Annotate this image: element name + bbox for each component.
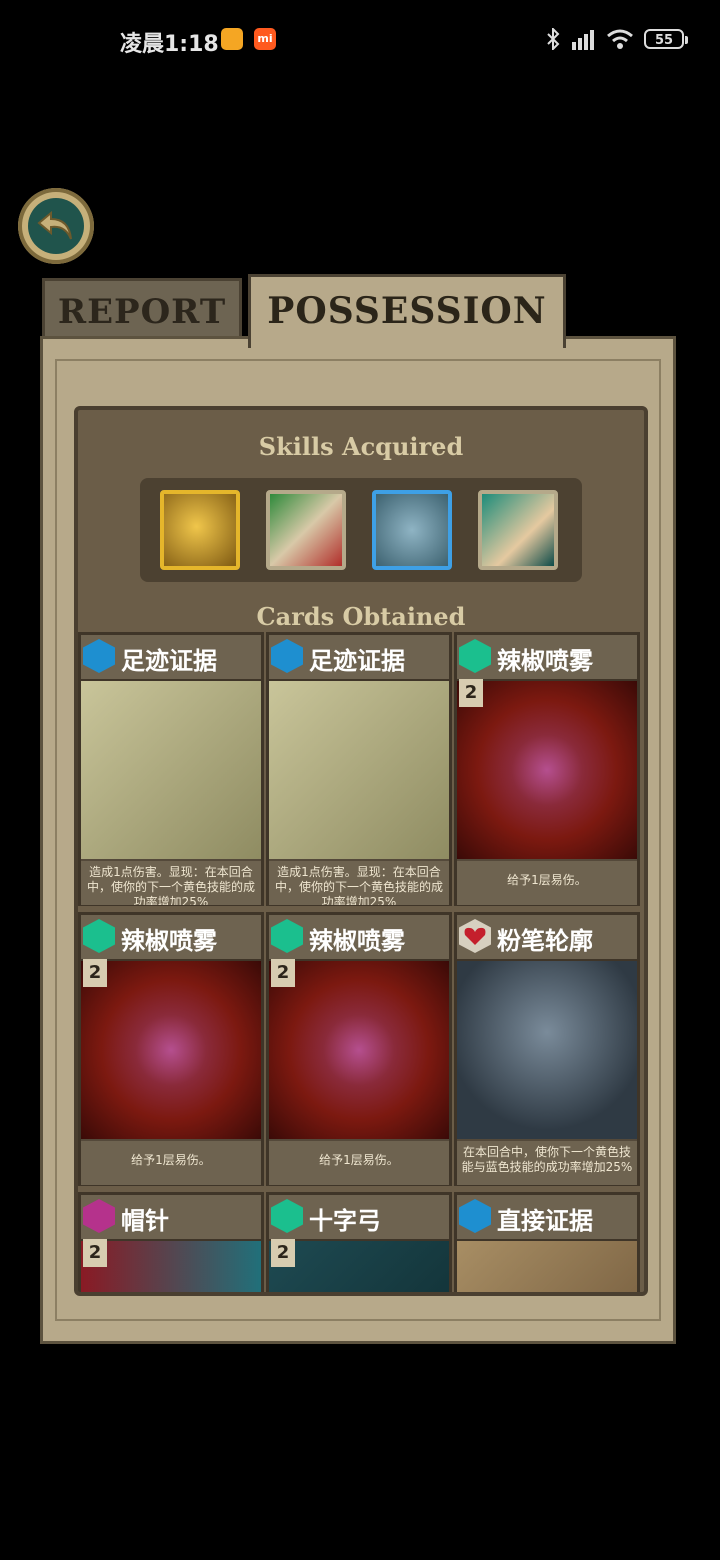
card-art bbox=[269, 961, 449, 1139]
card-description: 给予1层易伤。 bbox=[269, 1141, 449, 1185]
skill-card-hand-icon[interactable] bbox=[478, 490, 558, 570]
card-art bbox=[81, 961, 261, 1139]
card-description: 造成1点伤害。显现：在本回合中，使你的下一个黄色技能的成功率增加25% bbox=[81, 861, 261, 905]
wifi-icon bbox=[607, 29, 633, 49]
card-name: 粉笔轮廓 bbox=[497, 927, 593, 955]
card-header: 足迹证据 bbox=[269, 635, 449, 681]
card-description: 在本回合中，使你下一个黄色技能与蓝色技能的成功率增加25% bbox=[457, 1141, 637, 1185]
skills-title: Skills Acquired bbox=[258, 432, 464, 461]
battery-indicator: 55 bbox=[644, 29, 688, 49]
card[interactable]: 辣椒喷雾 2 给予1层易伤。 bbox=[454, 632, 640, 906]
card-art bbox=[457, 1241, 637, 1292]
skills-bar bbox=[140, 478, 582, 582]
card-name: 辣椒喷雾 bbox=[309, 927, 405, 955]
card-name: 足迹证据 bbox=[309, 647, 405, 675]
card-name: 直接证据 bbox=[497, 1207, 593, 1235]
skill-runner-icon[interactable] bbox=[160, 490, 240, 570]
heart-type-icon bbox=[459, 919, 491, 953]
card-description: 给予1层易伤。 bbox=[457, 861, 637, 905]
card-cost: 2 bbox=[83, 959, 107, 987]
card-header: 辣椒喷雾 bbox=[81, 915, 261, 961]
card-name: 帽针 bbox=[121, 1207, 169, 1235]
card-header: 十字弓 bbox=[269, 1195, 449, 1241]
signal-icon bbox=[572, 30, 594, 50]
tab-report[interactable]: REPORT bbox=[42, 278, 242, 344]
note-type-icon bbox=[83, 919, 115, 953]
card-header: 辣椒喷雾 bbox=[269, 915, 449, 961]
card[interactable]: 足迹证据 造成1点伤害。显现：在本回合中，使你的下一个黄色技能的成功率增加25% bbox=[266, 632, 452, 906]
back-arrow-icon bbox=[28, 198, 84, 254]
eye-type-icon bbox=[271, 639, 303, 673]
card-header: 辣椒喷雾 bbox=[457, 635, 637, 681]
card-cost: 2 bbox=[83, 1239, 107, 1267]
card-cost: 2 bbox=[271, 959, 295, 987]
note-type-icon bbox=[271, 1199, 303, 1233]
note-type-icon bbox=[271, 919, 303, 953]
card[interactable]: 十字弓 2 bbox=[266, 1192, 452, 1292]
card[interactable]: 粉笔轮廓 在本回合中，使你下一个黄色技能与蓝色技能的成功率增加25% bbox=[454, 912, 640, 1186]
card[interactable]: 直接证据 bbox=[454, 1192, 640, 1292]
card-cost: 2 bbox=[271, 1239, 295, 1267]
card-art bbox=[81, 681, 261, 859]
skill-bandage-icon[interactable] bbox=[266, 490, 346, 570]
card-name: 辣椒喷雾 bbox=[121, 927, 217, 955]
card-description: 造成1点伤害。显现：在本回合中，使你的下一个黄色技能的成功率增加25% bbox=[269, 861, 449, 905]
eye-type-icon bbox=[83, 639, 115, 673]
note-type-icon bbox=[459, 639, 491, 673]
status-bar: 凌晨1:18 mi 55 bbox=[0, 0, 720, 80]
card[interactable]: 辣椒喷雾 2 给予1层易伤。 bbox=[266, 912, 452, 1186]
card-header: 粉笔轮廓 bbox=[457, 915, 637, 961]
possession-content: Skills Acquired Cards Obtained 足迹证据 造成1点… bbox=[74, 406, 648, 1296]
card-art bbox=[269, 681, 449, 859]
card[interactable]: 辣椒喷雾 2 给予1层易伤。 bbox=[78, 912, 264, 1186]
card-header: 足迹证据 bbox=[81, 635, 261, 681]
card-art bbox=[457, 681, 637, 859]
bluetooth-icon bbox=[547, 28, 560, 50]
back-button[interactable] bbox=[18, 188, 94, 264]
notification-app-icon bbox=[221, 28, 243, 50]
tab-possession[interactable]: POSSESSION bbox=[248, 274, 566, 348]
card-art bbox=[269, 1241, 449, 1292]
skill-hand-slam-icon[interactable] bbox=[372, 490, 452, 570]
system-icons: 55 bbox=[546, 26, 688, 52]
card-cost: 2 bbox=[459, 679, 483, 707]
card-name: 辣椒喷雾 bbox=[497, 647, 593, 675]
card-header: 直接证据 bbox=[457, 1195, 637, 1241]
card-name: 足迹证据 bbox=[121, 647, 217, 675]
purple-type-icon bbox=[83, 1199, 115, 1233]
cards-title: Cards Obtained bbox=[256, 602, 466, 631]
card-art bbox=[457, 961, 637, 1139]
card-art bbox=[81, 1241, 261, 1292]
status-time: 凌晨1:18 bbox=[120, 32, 219, 57]
card[interactable]: 帽针 2 bbox=[78, 1192, 264, 1292]
card-name: 十字弓 bbox=[309, 1207, 381, 1235]
card-header: 帽针 bbox=[81, 1195, 261, 1241]
mi-app-icon: mi bbox=[254, 28, 276, 50]
card-description: 给予1层易伤。 bbox=[81, 1141, 261, 1185]
card[interactable]: 足迹证据 造成1点伤害。显现：在本回合中，使你的下一个黄色技能的成功率增加25% bbox=[78, 632, 264, 906]
eye-type-icon bbox=[459, 1199, 491, 1233]
